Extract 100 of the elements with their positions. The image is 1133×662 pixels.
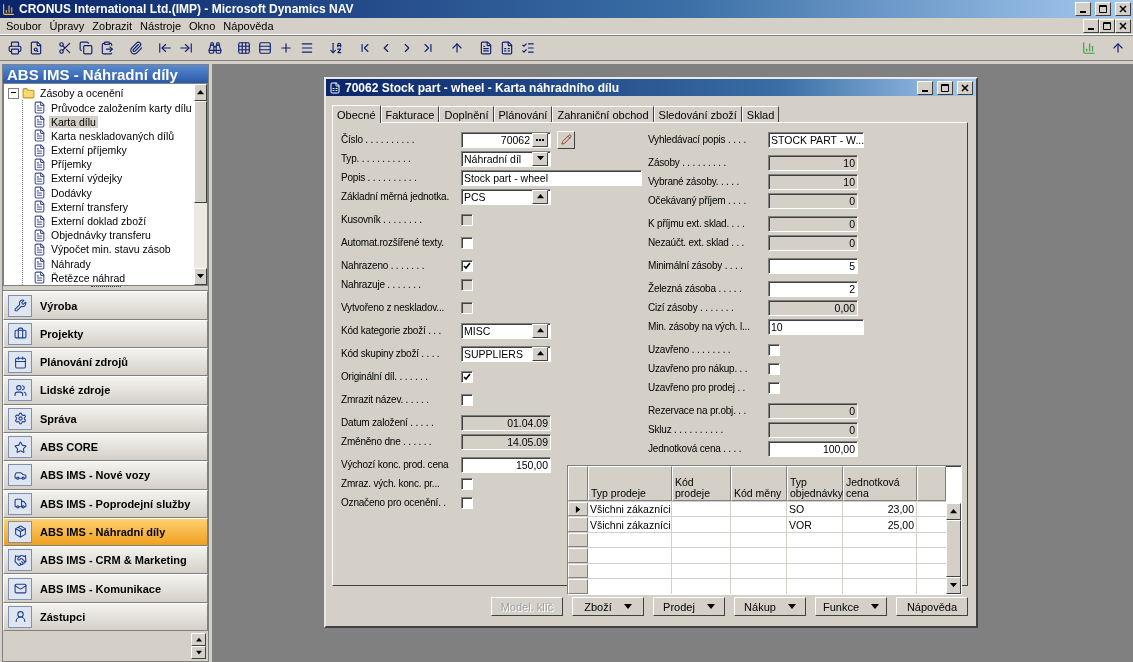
action-button[interactable]: Nápověda bbox=[896, 597, 968, 616]
tab[interactable]: Doplnění bbox=[439, 106, 494, 122]
readonly-field: 01.04.09 bbox=[461, 414, 551, 431]
lookup-button[interactable] bbox=[532, 323, 548, 338]
module-button[interactable]: ABS CORE bbox=[3, 432, 208, 462]
checkbox[interactable] bbox=[461, 370, 473, 383]
module-button[interactable]: Lidské zdroje bbox=[3, 376, 208, 405]
tree-item[interactable]: Externí transfery bbox=[49, 200, 131, 213]
module-button[interactable]: Projekty bbox=[3, 319, 208, 349]
copy-icon[interactable] bbox=[77, 39, 95, 57]
close-button[interactable] bbox=[1115, 19, 1131, 33]
module-button[interactable]: ABS IMS - Komunikace bbox=[3, 574, 208, 603]
collapse-toggle[interactable] bbox=[8, 87, 19, 99]
checkbox[interactable] bbox=[461, 477, 473, 490]
input-field[interactable]: 70062 bbox=[461, 131, 551, 148]
minimize-button[interactable] bbox=[917, 80, 933, 95]
input-field[interactable]: 100,00 bbox=[768, 440, 858, 457]
input-field[interactable]: 5 bbox=[768, 257, 858, 274]
menu-item[interactable]: Úpravy bbox=[45, 20, 89, 32]
menu-item[interactable]: Nápověda bbox=[219, 20, 278, 32]
tree-item[interactable]: Náhrady bbox=[49, 257, 93, 270]
menu-item[interactable]: Zobrazit bbox=[88, 20, 137, 32]
input-field[interactable]: STOCK PART - W... bbox=[768, 131, 864, 148]
field-label: Zmrazit název. . . . . . bbox=[341, 394, 430, 405]
module-button[interactable]: Zástupci bbox=[3, 602, 208, 631]
menu-item[interactable]: Nástroje bbox=[136, 20, 186, 32]
module-button[interactable]: ABS IMS - Náhradní díly bbox=[3, 517, 208, 547]
checkbox[interactable] bbox=[461, 393, 473, 406]
lookup-field[interactable]: SUPPLIERS bbox=[461, 345, 551, 362]
tree-item[interactable]: Výpočet min. stavu zásob bbox=[49, 243, 173, 256]
table-cell: Všichni zákazníci bbox=[588, 501, 672, 517]
input-field[interactable]: Stock part - wheel bbox=[461, 169, 642, 186]
dots-grid-icon[interactable] bbox=[235, 39, 253, 57]
checkbox[interactable] bbox=[461, 259, 473, 272]
lookup-button[interactable] bbox=[532, 346, 548, 361]
print-icon[interactable] bbox=[6, 39, 24, 57]
input-field[interactable]: 150,00 bbox=[461, 456, 551, 473]
checkbox[interactable] bbox=[461, 496, 473, 509]
module-button[interactable]: Správa bbox=[3, 404, 208, 433]
action-button[interactable]: Nákup bbox=[734, 597, 806, 616]
tree-item[interactable]: Dodávky bbox=[49, 186, 94, 199]
tab[interactable]: Sledování zboží bbox=[653, 106, 742, 122]
dropdown-field[interactable]: Náhradní díl bbox=[461, 150, 551, 167]
lookup-field[interactable]: MISC bbox=[461, 322, 551, 339]
tab[interactable]: Sklad bbox=[741, 106, 780, 122]
readonly-field: 0 bbox=[768, 192, 858, 209]
checkbox[interactable] bbox=[768, 362, 780, 375]
close-button[interactable] bbox=[1115, 2, 1131, 16]
checkbox[interactable] bbox=[461, 236, 473, 249]
scrollbar[interactable] bbox=[946, 503, 961, 594]
module-button[interactable]: ABS IMS - Nové vozy bbox=[3, 461, 208, 490]
scrollbar[interactable] bbox=[191, 633, 206, 659]
tree-item[interactable]: Průvodce založením karty dílu bbox=[49, 101, 194, 114]
action-button[interactable]: Prodej bbox=[653, 597, 725, 616]
readonly-field: 14.05.09 bbox=[461, 433, 551, 450]
dropdown-button[interactable] bbox=[532, 151, 548, 166]
input-field[interactable]: 10 bbox=[768, 318, 864, 335]
paperclip-icon[interactable] bbox=[127, 39, 145, 57]
tree-item[interactable]: Řetězce náhrad bbox=[49, 271, 128, 284]
tab[interactable]: Plánování bbox=[493, 106, 553, 122]
tree-item[interactable]: Externí doklad zboží bbox=[49, 215, 149, 228]
tree-item[interactable]: Karta neskladovaných dílů bbox=[49, 129, 177, 142]
menu-item[interactable]: Soubor bbox=[2, 20, 46, 32]
pencil-icon[interactable] bbox=[557, 130, 575, 149]
module-button[interactable]: ABS IMS - CRM & Marketing bbox=[3, 546, 208, 575]
up-arrow-icon bbox=[536, 327, 544, 334]
row-selector[interactable] bbox=[568, 501, 588, 517]
binoculars-icon[interactable] bbox=[206, 39, 224, 57]
tree-item[interactable]: Zásoby a ocenění bbox=[38, 87, 126, 100]
field-label: Vyhledávací popis . . . . bbox=[648, 134, 748, 145]
module-button[interactable]: Výroba bbox=[3, 291, 208, 320]
tree-item[interactable]: Objednávky transferu bbox=[49, 229, 153, 242]
minimize-button[interactable] bbox=[1075, 2, 1091, 16]
maximize-button[interactable] bbox=[1095, 2, 1111, 16]
action-button[interactable]: Zboží bbox=[572, 597, 644, 616]
checkbox[interactable] bbox=[768, 343, 780, 356]
lookup-button[interactable] bbox=[532, 189, 548, 204]
tab[interactable]: Zahraniční obchod bbox=[552, 106, 654, 122]
tree-item[interactable]: Příjemky bbox=[49, 158, 94, 171]
module-button[interactable]: Plánování zdrojů bbox=[3, 348, 208, 377]
lookup-field[interactable]: PCS bbox=[461, 188, 551, 205]
minimize-button[interactable] bbox=[1083, 19, 1099, 33]
rows-icon[interactable] bbox=[256, 39, 274, 57]
tab[interactable]: Fakturace bbox=[380, 106, 440, 122]
tab[interactable]: Obecné bbox=[332, 105, 381, 123]
module-button[interactable]: ABS IMS - Poprodejní služby bbox=[3, 489, 208, 518]
form-icon bbox=[33, 214, 46, 228]
action-button[interactable]: Funkce bbox=[815, 597, 887, 616]
menu-item[interactable]: Okno bbox=[185, 20, 220, 32]
scrollbar[interactable] bbox=[193, 84, 207, 285]
checkbox[interactable] bbox=[768, 381, 780, 394]
close-button[interactable] bbox=[957, 80, 973, 95]
down-arrow-icon bbox=[196, 272, 204, 280]
tree-item[interactable]: Externí příjemky bbox=[49, 144, 129, 157]
restore-button[interactable] bbox=[1099, 19, 1115, 33]
tree-item[interactable]: Karta dílu bbox=[49, 115, 98, 128]
maximize-button[interactable] bbox=[937, 80, 953, 95]
tree-item[interactable]: Externí výdejky bbox=[49, 172, 125, 185]
input-field[interactable]: 2 bbox=[768, 280, 858, 297]
assist-edit-icon[interactable] bbox=[532, 132, 548, 147]
